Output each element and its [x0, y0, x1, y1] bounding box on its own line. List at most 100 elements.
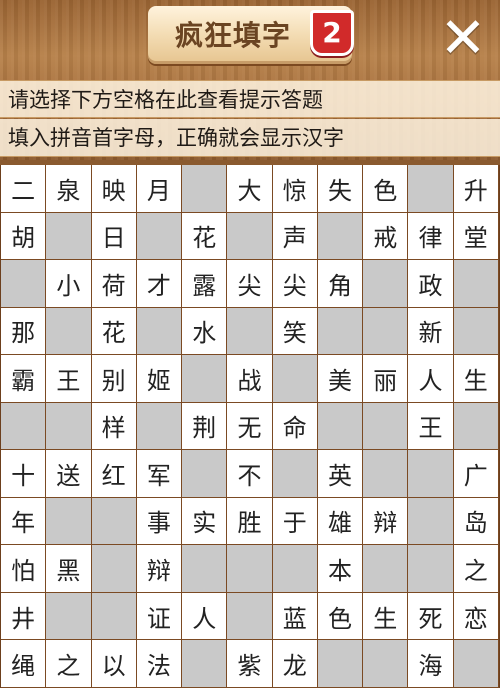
grid-cell[interactable]: 王 — [408, 402, 454, 451]
grid-cell[interactable]: 胡 — [1, 212, 47, 261]
app-title: 疯狂填字 — [174, 19, 291, 52]
grid-cell-blocked — [363, 402, 409, 451]
grid-cell[interactable]: 霸 — [1, 355, 47, 403]
grid-cell[interactable]: 荆 — [182, 402, 228, 451]
grid-cell[interactable]: 死 — [408, 592, 454, 641]
grid-cell[interactable]: 花 — [182, 212, 228, 261]
grid-cell[interactable]: 露 — [182, 260, 228, 308]
grid-cell[interactable]: 泉 — [46, 165, 92, 213]
grid-cell[interactable]: 新 — [408, 307, 454, 356]
grid-cell[interactable]: 证 — [136, 592, 183, 641]
grid-cell-blocked — [136, 307, 183, 356]
grid-cell[interactable]: 才 — [136, 260, 183, 308]
grid-cell-blocked — [453, 402, 499, 451]
grid-cell[interactable]: 小 — [46, 260, 92, 308]
grid-cell[interactable]: 黑 — [46, 545, 92, 593]
grid-cell[interactable]: 月 — [136, 165, 183, 213]
grid-cell[interactable]: 堂 — [453, 212, 499, 261]
level-badge: 2 — [310, 10, 354, 56]
grid-cell[interactable]: 丽 — [363, 355, 409, 403]
grid-cell[interactable]: 怕 — [1, 545, 47, 593]
grid-cell[interactable]: 政 — [408, 260, 454, 308]
grid-cell[interactable]: 升 — [453, 165, 499, 213]
grid-cell-blocked — [408, 165, 454, 213]
grid-cell[interactable]: 龙 — [272, 640, 318, 688]
grid-cell[interactable]: 声 — [272, 212, 318, 261]
grid-cell[interactable]: 姬 — [136, 355, 183, 403]
grid-cell[interactable]: 映 — [91, 165, 137, 213]
grid-cell[interactable]: 水 — [182, 307, 228, 356]
grid-cell[interactable]: 事 — [136, 497, 183, 546]
grid-cell[interactable]: 蓝 — [272, 592, 318, 641]
grid-cell[interactable]: 二 — [1, 165, 47, 213]
grid-cell-blocked — [182, 165, 228, 213]
grid-cell[interactable]: 本 — [317, 545, 364, 593]
grid-cell[interactable]: 岛 — [453, 497, 499, 546]
grid-cell[interactable]: 以 — [91, 640, 137, 688]
grid-cell[interactable]: 紫 — [227, 640, 273, 688]
grid-cell[interactable]: 井 — [1, 592, 47, 641]
grid-cell[interactable]: 律 — [408, 212, 454, 261]
grid-cell[interactable]: 命 — [272, 402, 318, 451]
grid-cell[interactable]: 花 — [91, 307, 137, 356]
grid-cell[interactable]: 之 — [453, 545, 499, 593]
grid-cell[interactable]: 戒 — [363, 212, 409, 261]
grid-cell[interactable]: 那 — [1, 307, 47, 356]
grid-cell[interactable]: 不 — [227, 450, 273, 498]
grid-cell-blocked — [272, 545, 318, 593]
grid-cell-blocked — [363, 260, 409, 308]
grid-cell[interactable]: 于 — [272, 497, 318, 546]
grid-cell[interactable]: 海 — [408, 640, 454, 688]
grid-cell[interactable]: 尖 — [227, 260, 273, 308]
grid-cell[interactable]: 无 — [227, 402, 273, 451]
grid-cell[interactable]: 美 — [317, 355, 364, 403]
grid-cell-blocked — [182, 450, 228, 498]
grid-cell[interactable]: 尖 — [272, 260, 318, 308]
grid-cell[interactable]: 战 — [227, 355, 273, 403]
grid-cell-blocked — [91, 592, 137, 641]
grid-cell[interactable]: 恋 — [453, 592, 499, 641]
grid-cell[interactable]: 实 — [182, 497, 228, 546]
grid-cell[interactable]: 大 — [227, 165, 273, 213]
grid-cell[interactable]: 失 — [317, 165, 364, 213]
grid-cell[interactable]: 荷 — [91, 260, 137, 308]
grid-cell[interactable]: 十 — [1, 450, 47, 498]
grid-cell-blocked — [46, 402, 92, 451]
grid-cell-blocked — [1, 402, 47, 451]
grid-cell[interactable]: 别 — [91, 355, 137, 403]
grid-cell[interactable]: 色 — [363, 165, 409, 213]
hint-line-2: 填入拼音首字母，正确就会显示汉字 — [0, 119, 500, 157]
grid-cell[interactable]: 生 — [363, 592, 409, 641]
grid-cell-blocked — [227, 592, 273, 641]
grid-cell-blocked — [91, 545, 137, 593]
grid-cell[interactable]: 广 — [453, 450, 499, 498]
grid-cell[interactable]: 日 — [91, 212, 137, 261]
grid-cell-blocked — [182, 640, 228, 688]
grid-cell[interactable]: 雄 — [317, 497, 364, 546]
grid-cell[interactable]: 法 — [136, 640, 183, 688]
grid-cell[interactable]: 王 — [46, 355, 92, 403]
grid-cell-blocked — [46, 212, 92, 261]
close-icon[interactable]: ✕ — [438, 11, 488, 67]
grid-cell[interactable]: 送 — [46, 450, 92, 498]
grid-cell[interactable]: 笑 — [272, 307, 318, 356]
grid-cell[interactable]: 人 — [408, 355, 454, 403]
grid-cell[interactable]: 色 — [317, 592, 364, 641]
grid-cell[interactable]: 样 — [91, 402, 137, 451]
grid-cell[interactable]: 惊 — [272, 165, 318, 213]
grid-cell-blocked — [1, 260, 47, 308]
grid-cell[interactable]: 辩 — [363, 497, 409, 546]
grid-cell[interactable]: 红 — [91, 450, 137, 498]
grid-cell[interactable]: 英 — [317, 450, 364, 498]
grid-cell-blocked — [136, 212, 183, 261]
grid-cell[interactable]: 辩 — [136, 545, 183, 593]
grid-cell-blocked — [182, 545, 228, 593]
grid-cell[interactable]: 人 — [182, 592, 228, 641]
grid-cell[interactable]: 绳 — [1, 640, 47, 688]
grid-cell[interactable]: 年 — [1, 497, 47, 546]
grid-cell[interactable]: 生 — [453, 355, 499, 403]
grid-cell[interactable]: 胜 — [227, 497, 273, 546]
grid-cell[interactable]: 军 — [136, 450, 183, 498]
grid-cell[interactable]: 角 — [317, 260, 364, 308]
grid-cell[interactable]: 之 — [46, 640, 92, 688]
